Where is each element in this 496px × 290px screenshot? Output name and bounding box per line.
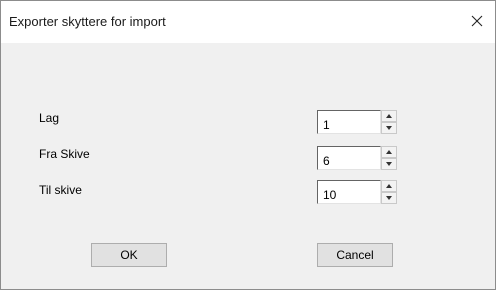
til-skive-up-button[interactable] (381, 180, 397, 192)
window-title: Exporter skyttere for import (9, 14, 166, 29)
dialog-window: Exporter skyttere for import Lag Fra Ski… (0, 0, 496, 290)
til-skive-input[interactable] (317, 180, 381, 204)
fra-skive-label: Fra Skive (39, 147, 90, 161)
lag-input[interactable] (317, 110, 381, 134)
title-bar: Exporter skyttere for import (1, 1, 495, 43)
fra-skive-up-button[interactable] (381, 146, 397, 158)
close-icon (471, 15, 483, 27)
dialog-body: Lag Fra Skive Til skive (1, 43, 495, 289)
up-arrow-icon (386, 184, 392, 188)
lag-up-button[interactable] (381, 110, 397, 122)
lag-down-button[interactable] (381, 122, 397, 134)
down-arrow-icon (386, 126, 392, 130)
down-arrow-icon (386, 162, 392, 166)
ok-button[interactable]: OK (91, 243, 167, 267)
cancel-button[interactable]: Cancel (317, 243, 393, 267)
lag-spinner (317, 110, 399, 134)
up-arrow-icon (386, 114, 392, 118)
fra-skive-input[interactable] (317, 146, 381, 170)
fra-skive-down-button[interactable] (381, 158, 397, 170)
up-arrow-icon (386, 150, 392, 154)
til-skive-down-button[interactable] (381, 192, 397, 204)
close-button[interactable] (463, 7, 491, 35)
til-skive-label: Til skive (39, 183, 82, 197)
fra-skive-spinner (317, 146, 399, 170)
lag-label: Lag (39, 111, 60, 125)
til-skive-spinner (317, 180, 399, 204)
down-arrow-icon (386, 196, 392, 200)
